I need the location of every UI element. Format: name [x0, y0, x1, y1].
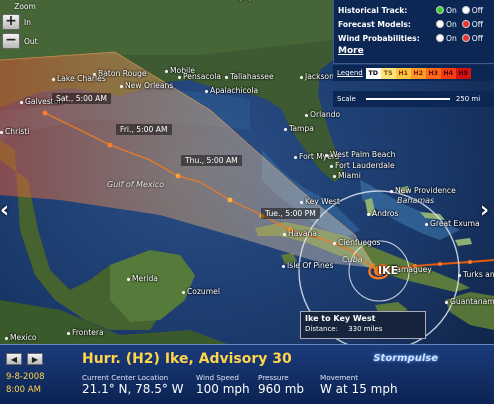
- city-label: Lake Charles: [52, 74, 106, 83]
- zoom-title: Zoom: [14, 2, 36, 11]
- forecast-models-row: Forecast Models: On Off: [338, 17, 490, 31]
- pan-left-icon[interactable]: ‹: [0, 200, 9, 222]
- city-label: New Orleans: [120, 81, 173, 90]
- advisory-time: 8:00 AM: [6, 385, 41, 395]
- region-label: Bahamas: [397, 196, 435, 205]
- zoom-out-label: Out: [24, 36, 38, 46]
- radio-selected-icon: [461, 34, 470, 42]
- legend-category-ts: TS: [380, 67, 396, 79]
- forecast-time-label: Thu., 5:00 AM: [181, 155, 242, 166]
- city-label: Pensacola: [178, 72, 221, 81]
- city-label: Christi: [0, 127, 29, 136]
- city-label: Havana: [283, 229, 317, 238]
- zoom-control: Zoom + In − Out: [2, 2, 48, 49]
- location-label: Current Center Location: [82, 373, 169, 382]
- next-advisory-button[interactable]: ▶: [27, 353, 43, 365]
- layer-options-panel: Historical Track: On Off Forecast Models…: [333, 0, 494, 64]
- radio-empty-icon: [436, 20, 444, 28]
- historical-track-label: Historical Track:: [338, 5, 408, 15]
- movement-value: W at 15 mph: [320, 382, 398, 396]
- scale-value: 250 mi: [455, 95, 481, 103]
- legend-bar: Legend TD TS H1 H2 H3 H4 H5: [333, 65, 494, 81]
- forecast-time-label: Fri., 5:00 AM: [116, 124, 172, 135]
- city-label: West Palm Beach: [325, 150, 395, 159]
- forecast-time-label: Tue., 5:00 PM: [261, 208, 320, 219]
- forecast-models-on-radio[interactable]: On: [436, 20, 457, 29]
- region-label: Gulf of Mexico: [107, 180, 165, 189]
- previous-advisory-button[interactable]: ◀: [6, 353, 22, 365]
- pressure-label: Pressure: [258, 373, 289, 382]
- wind-probabilities-label: Wind Probabilities:: [338, 33, 420, 43]
- distance-value: 330 miles: [348, 325, 383, 333]
- city-label: Isle Of Pines: [282, 261, 333, 270]
- distance-row: Distance: 330 miles: [305, 325, 421, 333]
- brand-logo[interactable]: Stormpulse: [373, 353, 438, 364]
- pan-up-icon[interactable]: ⌃: [233, 0, 257, 16]
- wind-label: Wind Speed: [196, 373, 239, 382]
- forecast-time-label: Sat., 5:00 AM: [52, 93, 111, 104]
- storm-title: Hurr. (H2) Ike, Advisory 30: [82, 351, 292, 367]
- radio-empty-icon: [436, 34, 444, 42]
- historical-track-on-radio[interactable]: On: [436, 6, 457, 15]
- map-viewer[interactable]: Mobile Pensacola Tallahassee Jacksonville Ba…: [0, 0, 494, 404]
- scale-line: [365, 98, 450, 100]
- city-label: Cozumel: [182, 287, 220, 296]
- legend-category-h4: H4: [440, 67, 456, 79]
- city-label: New Providence: [390, 186, 456, 195]
- distance-label: Distance:: [305, 325, 338, 333]
- city-label: Frontera: [67, 328, 104, 337]
- advisory-date: 9-8-2008: [6, 372, 45, 382]
- city-label: Cienfuegos: [333, 238, 380, 247]
- historical-track-off-radio[interactable]: Off: [461, 6, 483, 15]
- more-link[interactable]: More: [338, 46, 490, 56]
- storm-name-label: IKE: [378, 264, 399, 277]
- city-label: Miami: [333, 171, 361, 180]
- region-label: Cuba: [342, 255, 363, 264]
- movement-label: Movement: [320, 373, 359, 382]
- legend-category-h2: H2: [410, 67, 426, 79]
- city-label: Apalachicola: [205, 86, 258, 95]
- pressure-value: 960 mb: [258, 382, 305, 396]
- wind-probabilities-row: Wind Probabilities: On Off: [338, 31, 490, 45]
- legend-label[interactable]: Legend: [337, 69, 363, 77]
- city-label: Key West: [300, 197, 340, 206]
- wind-value: 100 mph: [196, 382, 250, 396]
- zoom-out-button[interactable]: −: [2, 33, 20, 49]
- city-label: Orlando: [305, 110, 340, 119]
- city-label: Guantanamo: [445, 297, 494, 306]
- historical-track-row: Historical Track: On Off: [338, 3, 490, 17]
- distance-callout: Ike to Key West Distance: 330 miles: [300, 311, 426, 339]
- city-label: Tampa: [284, 124, 314, 133]
- zoom-in-button[interactable]: +: [2, 14, 20, 30]
- location-value: 21.1° N, 78.5° W: [82, 382, 184, 396]
- legend-category-td: TD: [365, 67, 381, 79]
- distance-title: Ike to Key West: [305, 314, 376, 323]
- scale-label: Scale: [337, 95, 356, 103]
- city-label: Tallahassee: [225, 72, 274, 81]
- storm-info-bar: ◀ ▶ Hurr. (H2) Ike, Advisory 30 Stormpul…: [0, 344, 494, 404]
- city-label: Mexico: [5, 333, 37, 342]
- wind-probabilities-off-radio[interactable]: Off: [461, 34, 483, 43]
- forecast-models-label: Forecast Models:: [338, 19, 411, 29]
- legend-category-h5: H5: [455, 67, 471, 79]
- legend-category-h3: H3: [425, 67, 441, 79]
- city-label: Andros: [367, 209, 398, 218]
- city-label: Merida: [127, 274, 158, 283]
- pan-right-icon[interactable]: ›: [480, 200, 489, 222]
- city-label: Fort Lauderdale: [330, 161, 395, 170]
- radio-selected-icon: [436, 6, 444, 14]
- city-label: Great Exuma: [425, 219, 480, 228]
- city-label: Turks an: [458, 270, 494, 279]
- zoom-in-label: In: [24, 17, 31, 27]
- scale-bar: Scale 250 mi: [333, 91, 494, 107]
- legend-category-h1: H1: [395, 67, 411, 79]
- forecast-models-off-radio[interactable]: Off: [461, 20, 483, 29]
- radio-empty-icon: [461, 6, 470, 14]
- wind-probabilities-on-radio[interactable]: On: [436, 34, 457, 43]
- radio-selected-icon: [461, 20, 470, 28]
